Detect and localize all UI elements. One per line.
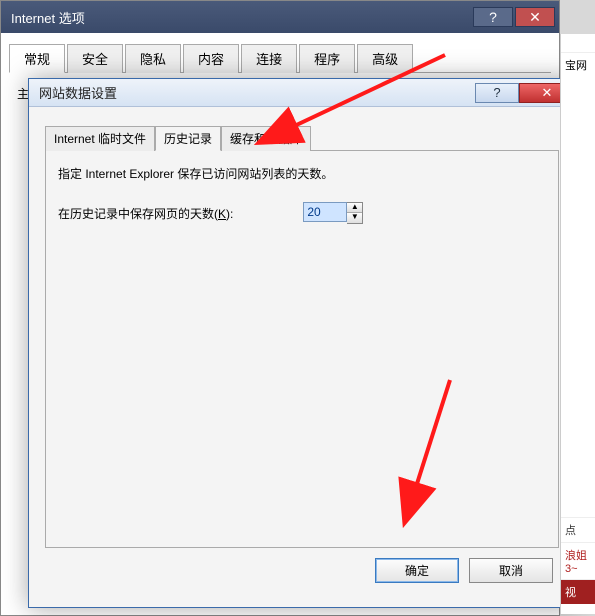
- outer-tabstrip: 常规 安全 隐私 内容 连接 程序 高级: [9, 43, 551, 73]
- tab-security[interactable]: 安全: [67, 44, 123, 73]
- inner-footer: 确定 取消: [45, 548, 559, 597]
- side-fragment-3: 浪姐3~: [561, 542, 595, 579]
- tab-advanced[interactable]: 高级: [357, 44, 413, 73]
- tab-programs[interactable]: 程序: [299, 44, 355, 73]
- background-page-strip: 宝网 点 浪姐3~ 视: [560, 34, 595, 614]
- days-spinbox: ▲ ▼: [303, 202, 363, 224]
- inner-tabstrip: Internet 临时文件 历史记录 缓存和数据库: [45, 125, 559, 151]
- tab-privacy[interactable]: 隐私: [125, 44, 181, 73]
- inner-help-button[interactable]: ?: [475, 83, 519, 103]
- days-spin-buttons: ▲ ▼: [347, 202, 363, 224]
- tab-content[interactable]: 内容: [183, 44, 239, 73]
- inner-tab-history[interactable]: 历史记录: [155, 126, 221, 151]
- website-data-settings-dialog: 网站数据设置 ? ✕ Internet 临时文件 历史记录 缓存和数据库 指定 …: [28, 78, 576, 608]
- inner-cancel-button[interactable]: 取消: [469, 558, 553, 583]
- inner-ok-button[interactable]: 确定: [375, 558, 459, 583]
- inner-body: Internet 临时文件 历史记录 缓存和数据库 指定 Internet Ex…: [29, 107, 575, 607]
- days-accesskey: K: [218, 207, 226, 221]
- history-panel: 指定 Internet Explorer 保存已访问网站列表的天数。 在历史记录…: [45, 151, 559, 548]
- outer-title: Internet 选项: [11, 8, 85, 27]
- days-spin-down[interactable]: ▼: [347, 213, 362, 223]
- side-fragment-2: 点: [561, 517, 595, 542]
- inner-titlebar: 网站数据设置 ? ✕: [29, 79, 575, 107]
- inner-title: 网站数据设置: [39, 83, 117, 102]
- inner-tab-cache[interactable]: 缓存和数据库: [221, 126, 311, 151]
- inner-tab-tempfiles[interactable]: Internet 临时文件: [45, 126, 155, 151]
- outer-titlebar: Internet 选项 ? ✕: [1, 1, 559, 33]
- tab-general[interactable]: 常规: [9, 44, 65, 73]
- days-label: 在历史记录中保存网页的天数(K):: [58, 205, 233, 222]
- outer-help-button[interactable]: ?: [473, 7, 513, 27]
- days-row: 在历史记录中保存网页的天数(K): ▲ ▼: [58, 202, 546, 224]
- history-description: 指定 Internet Explorer 保存已访问网站列表的天数。: [58, 165, 546, 182]
- side-fragment-1: 宝网: [561, 52, 595, 77]
- tab-connections[interactable]: 连接: [241, 44, 297, 73]
- side-fragment-4: 视: [561, 579, 595, 604]
- days-input[interactable]: [303, 202, 347, 222]
- outer-close-button[interactable]: ✕: [515, 7, 555, 27]
